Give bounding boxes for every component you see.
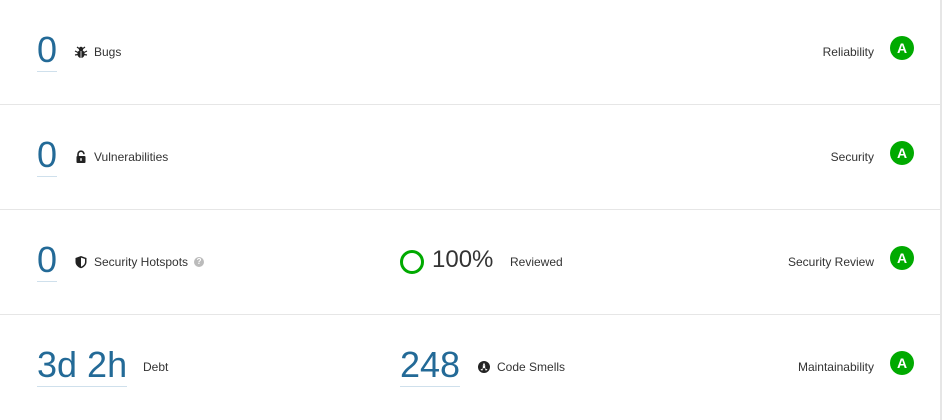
bugs-label-group: Bugs	[74, 45, 121, 59]
security-rating-badge[interactable]: A	[890, 141, 914, 165]
shield-icon	[74, 255, 88, 269]
code-smells-label-group: Code Smells	[477, 360, 565, 374]
security-hotspots-label: Security Hotspots	[94, 255, 189, 269]
security-hotspots-count-link[interactable]: 0	[37, 240, 58, 282]
bugs-row: 0 Bugs Reliability A	[0, 0, 940, 105]
reliability-rating-badge[interactable]: A	[890, 36, 914, 60]
bug-icon	[74, 45, 88, 59]
maintainability-rating-badge[interactable]: A	[890, 351, 914, 375]
vulnerabilities-row: 0 Vulnerabilities Security A	[0, 105, 940, 210]
help-icon[interactable]: ?	[194, 257, 205, 267]
bugs-count-link[interactable]: 0	[37, 30, 58, 72]
lock-icon	[74, 150, 88, 164]
review-percent-link[interactable]: 100%	[432, 246, 493, 274]
vulnerabilities-count-link[interactable]: 0	[37, 135, 58, 177]
security-hotspots-row: 0 Security Hotspots ? 100% Reviewed Secu…	[0, 210, 940, 315]
bugs-label: Bugs	[94, 45, 122, 59]
vulnerabilities-label-group: Vulnerabilities	[74, 150, 168, 164]
reliability-label: Reliability	[822, 45, 874, 59]
code-smells-count-link[interactable]: 248	[400, 345, 461, 387]
debt-label: Debt	[143, 360, 169, 374]
security-review-rating-badge[interactable]: A	[890, 246, 914, 270]
security-label: Security	[830, 150, 874, 164]
vulnerabilities-label: Vulnerabilities	[94, 150, 169, 164]
maintainability-row: 3d 2h Debt 248 Code Smells Maintainabili…	[0, 315, 940, 420]
reviewed-label: Reviewed	[510, 255, 563, 269]
debt-link[interactable]: 3d 2h	[37, 345, 128, 387]
security-hotspots-label-group: Security Hotspots ?	[74, 255, 205, 269]
code-smells-label: Code Smells	[497, 360, 566, 374]
code-smell-icon	[477, 360, 491, 374]
maintainability-label: Maintainability	[797, 360, 874, 374]
security-review-label: Security Review	[787, 255, 874, 269]
review-progress-ring	[400, 250, 424, 274]
